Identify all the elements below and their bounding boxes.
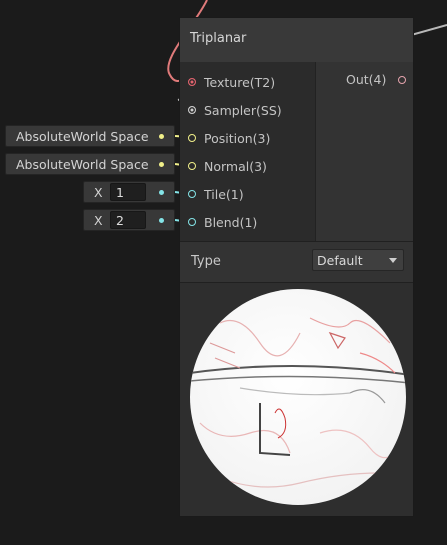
node-title: Triplanar	[190, 31, 247, 46]
blend-number-value: 2	[116, 213, 124, 228]
input-position[interactable]: Position(3)	[180, 128, 270, 148]
blend-dot	[159, 218, 164, 223]
tile-axis-label: X	[94, 185, 103, 200]
out-label: Out(4)	[346, 72, 387, 87]
normal-port[interactable]	[188, 162, 196, 170]
normal-label: Normal(3)	[204, 158, 267, 174]
tile-number-input[interactable]: 1	[110, 183, 146, 201]
tile-dot	[159, 190, 164, 195]
type-dropdown[interactable]: Default	[312, 249, 404, 271]
normal-space-dot	[159, 162, 164, 167]
tile-label: Tile(1)	[204, 186, 244, 202]
position-space-dot	[159, 134, 164, 139]
node-inputs: Texture(T2) Sampler(SS) Position(3) Norm…	[180, 62, 316, 241]
input-normal[interactable]: Normal(3)	[180, 156, 267, 176]
input-sampler[interactable]: Sampler(SS)	[180, 100, 282, 120]
position-label: Position(3)	[204, 130, 271, 146]
input-texture[interactable]: Texture(T2)	[180, 72, 275, 92]
type-dropdown-value: Default	[317, 253, 363, 268]
tile-number-value: 1	[116, 185, 124, 200]
type-label: Type	[191, 254, 221, 269]
output-out[interactable]: Out(4)	[346, 72, 407, 87]
blend-value-field: X 2	[83, 209, 175, 231]
preview-sphere	[190, 289, 406, 505]
position-port[interactable]	[188, 134, 196, 142]
texture-port[interactable]	[188, 78, 196, 86]
node-header[interactable]: Triplanar	[180, 18, 413, 63]
texture-label: Texture(T2)	[204, 74, 276, 90]
blend-number-input[interactable]: 2	[110, 211, 146, 229]
position-space-field[interactable]: AbsoluteWorld Space	[5, 125, 175, 147]
tile-value-field: X 1	[83, 181, 175, 203]
triplanar-node[interactable]: Triplanar Texture(T2) Sampler(SS) Positi…	[179, 17, 414, 517]
normal-space-field[interactable]: AbsoluteWorld Space	[5, 153, 175, 175]
sampler-label: Sampler(SS)	[204, 102, 282, 118]
sampler-port[interactable]	[188, 106, 196, 114]
preview-panel[interactable]	[180, 283, 413, 516]
out-port[interactable]	[398, 75, 407, 84]
blend-axis-label: X	[94, 213, 103, 228]
blend-port[interactable]	[188, 218, 196, 226]
position-space-label: AbsoluteWorld Space	[16, 129, 149, 144]
chevron-down-icon	[389, 258, 397, 263]
node-outputs: Out(4)	[316, 62, 413, 241]
blend-label: Blend(1)	[204, 214, 258, 230]
normal-space-label: AbsoluteWorld Space	[16, 157, 149, 172]
input-tile[interactable]: Tile(1)	[180, 184, 244, 204]
type-row: Type Default	[180, 242, 413, 282]
input-blend[interactable]: Blend(1)	[180, 212, 257, 232]
tile-port[interactable]	[188, 190, 196, 198]
